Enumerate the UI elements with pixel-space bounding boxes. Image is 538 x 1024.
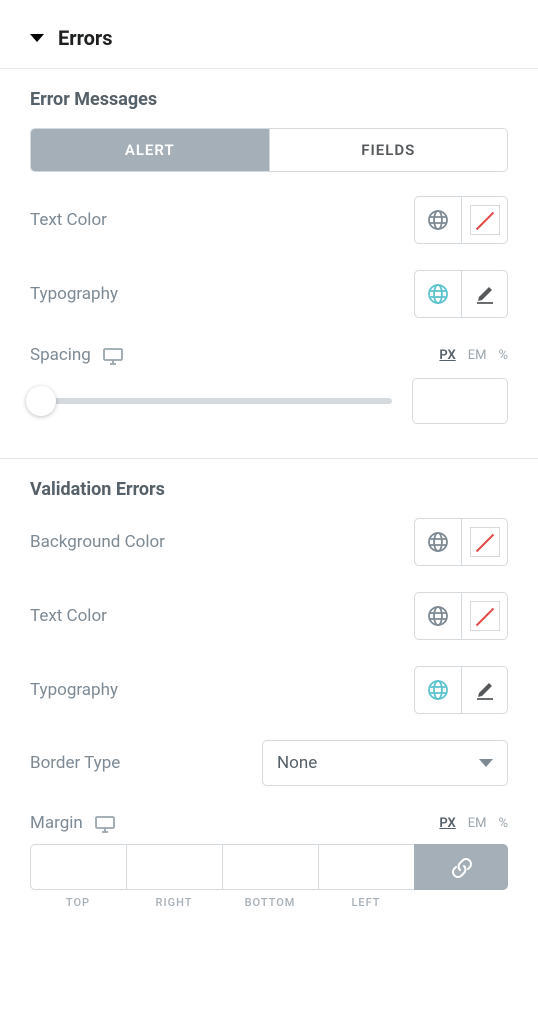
margin-left-caption: LEFT xyxy=(318,890,414,909)
global-typography-button[interactable] xyxy=(415,271,461,317)
row-ve-typography: Typography xyxy=(30,666,508,714)
label-margin: Margin xyxy=(30,812,115,834)
row-background-color: Background Color xyxy=(30,518,508,566)
unit-percent[interactable]: % xyxy=(498,816,508,831)
spacing-units: PX EM % xyxy=(439,348,508,363)
label-background-color: Background Color xyxy=(30,532,165,552)
margin-right-caption: RIGHT xyxy=(126,890,222,909)
label-border-type: Border Type xyxy=(30,753,120,773)
no-color-icon xyxy=(470,205,500,235)
label-spacing-text: Spacing xyxy=(30,345,91,365)
tab-fields[interactable]: FIELDS xyxy=(269,129,508,171)
globe-icon xyxy=(426,530,450,554)
margin-bottom-caption: BOTTOM xyxy=(222,890,318,909)
section-title: Errors xyxy=(58,26,112,50)
spacing-slider-row xyxy=(30,378,508,424)
border-type-value: None xyxy=(277,753,317,773)
label-typography: Typography xyxy=(30,284,118,304)
label-spacing: Spacing xyxy=(30,344,123,366)
unit-em[interactable]: EM xyxy=(468,348,487,363)
chevron-down-icon xyxy=(479,759,493,767)
link-icon xyxy=(450,856,472,878)
row-typography: Typography xyxy=(30,270,508,318)
margin-left-input[interactable] xyxy=(318,844,414,890)
panel-error-messages: Error Messages ALERT FIELDS Text Color T… xyxy=(0,69,538,458)
margin-bottom-input[interactable] xyxy=(222,844,318,890)
global-typography-button[interactable] xyxy=(415,667,461,713)
margin-link-toggle[interactable] xyxy=(414,844,508,890)
global-color-button[interactable] xyxy=(415,197,461,243)
unit-px[interactable]: PX xyxy=(439,816,455,831)
heading-validation-errors: Validation Errors xyxy=(30,479,508,500)
color-picker-button[interactable] xyxy=(461,593,507,639)
spacing-slider[interactable] xyxy=(30,398,392,404)
spacing-value-input[interactable] xyxy=(412,378,508,424)
control-typography xyxy=(414,270,508,318)
margin-units: PX EM % xyxy=(439,816,508,831)
label-text-color: Text Color xyxy=(30,210,107,230)
control-background-color xyxy=(414,518,508,566)
monitor-icon[interactable] xyxy=(93,812,115,834)
global-color-button[interactable] xyxy=(415,593,461,639)
panel-validation-errors: Validation Errors Background Color Text … xyxy=(0,459,538,933)
collapse-icon xyxy=(30,34,44,42)
control-ve-text-color xyxy=(414,592,508,640)
label-ve-typography: Typography xyxy=(30,680,118,700)
margin-inputs: TOP RIGHT BOTTOM LEFT xyxy=(30,844,508,909)
row-spacing-header: Spacing PX EM % xyxy=(30,344,508,366)
margin-top-input[interactable] xyxy=(30,844,126,890)
pencil-icon xyxy=(473,678,497,702)
border-type-select[interactable]: None xyxy=(262,740,508,786)
edit-typography-button[interactable] xyxy=(461,667,507,713)
globe-icon xyxy=(426,678,450,702)
label-margin-text: Margin xyxy=(30,813,83,833)
unit-px[interactable]: PX xyxy=(439,348,455,363)
row-border-type: Border Type None xyxy=(30,740,508,786)
edit-typography-button[interactable] xyxy=(461,271,507,317)
pencil-icon xyxy=(473,282,497,306)
no-color-icon xyxy=(470,601,500,631)
color-picker-button[interactable] xyxy=(461,519,507,565)
unit-percent[interactable]: % xyxy=(498,348,508,363)
error-messages-tabs: ALERT FIELDS xyxy=(30,128,508,172)
heading-error-messages: Error Messages xyxy=(30,89,508,110)
global-color-button[interactable] xyxy=(415,519,461,565)
tab-alert[interactable]: ALERT xyxy=(31,129,269,171)
row-ve-text-color: Text Color xyxy=(30,592,508,640)
margin-top-caption: TOP xyxy=(30,890,126,909)
section-header-errors[interactable]: Errors xyxy=(0,0,538,68)
no-color-icon xyxy=(470,527,500,557)
unit-em[interactable]: EM xyxy=(468,816,487,831)
margin-right-input[interactable] xyxy=(126,844,222,890)
color-picker-button[interactable] xyxy=(461,197,507,243)
globe-icon xyxy=(426,208,450,232)
globe-icon xyxy=(426,282,450,306)
globe-icon xyxy=(426,604,450,628)
row-margin-header: Margin PX EM % xyxy=(30,812,508,834)
row-text-color: Text Color xyxy=(30,196,508,244)
label-ve-text-color: Text Color xyxy=(30,606,107,626)
spacing-slider-thumb[interactable] xyxy=(26,386,56,416)
monitor-icon[interactable] xyxy=(101,344,123,366)
control-ve-typography xyxy=(414,666,508,714)
control-text-color xyxy=(414,196,508,244)
